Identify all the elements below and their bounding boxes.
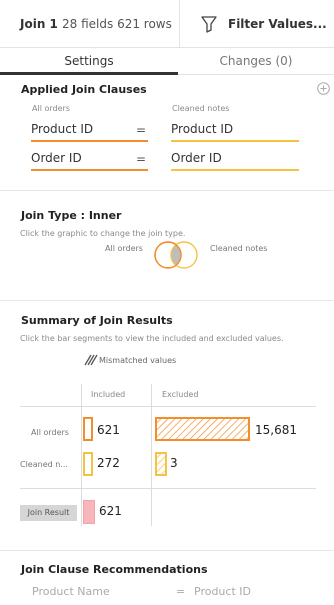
included-bar-all-orders[interactable] xyxy=(83,417,93,441)
header-divider xyxy=(179,0,180,48)
venn-right-label: Cleaned notes xyxy=(210,244,268,253)
left-source-label: All orders xyxy=(32,104,70,113)
applied-join-clauses-title: Applied Join Clauses xyxy=(21,83,147,96)
add-clause-icon[interactable] xyxy=(317,82,330,95)
grid-line xyxy=(20,488,316,489)
venn-left-label: All orders xyxy=(105,244,143,253)
excluded-column-header: Excluded xyxy=(162,390,199,399)
tab-changes[interactable]: Changes (0) xyxy=(178,48,334,75)
excluded-value-cleaned-notes: 3 xyxy=(170,456,178,470)
clause-2-left-field[interactable]: Order ID xyxy=(31,149,148,171)
row-count: 621 rows xyxy=(117,17,172,31)
section-divider xyxy=(0,190,334,191)
right-source-label: Cleaned notes xyxy=(172,104,230,113)
recommendation-row[interactable]: Product Name = Product ID xyxy=(32,585,302,601)
clause-2-right-field[interactable]: Order ID xyxy=(171,149,299,171)
field-count: 28 fields xyxy=(62,17,114,31)
clause-1-left-field[interactable]: Product ID xyxy=(31,120,148,142)
summary-help: Click the bar segments to view the inclu… xyxy=(20,334,284,343)
mismatched-legend-label: Mismatched values xyxy=(99,356,177,365)
join-type-help: Click the graphic to change the join typ… xyxy=(20,229,186,238)
join-type-title: Join Type : Inner xyxy=(21,209,122,222)
settings-tabs: Settings Changes (0) xyxy=(0,48,334,75)
filter-values-label: Filter Values... xyxy=(228,17,327,31)
included-value-cleaned-notes: 272 xyxy=(97,456,120,470)
filter-values-button[interactable]: Filter Values... xyxy=(196,10,327,38)
clause-2-operator: = xyxy=(136,152,147,166)
included-bar-cleaned-notes[interactable] xyxy=(83,452,93,476)
mismatched-hatch-icon xyxy=(84,354,98,366)
recommendation-operator: = xyxy=(176,585,186,598)
excluded-bar-all-orders[interactable] xyxy=(155,417,250,441)
recommendation-right-field: Product ID xyxy=(194,585,251,598)
excluded-bar-cleaned-notes[interactable] xyxy=(155,452,167,476)
excluded-value-all-orders: 15,681 xyxy=(255,423,297,437)
join-result-bar[interactable] xyxy=(83,500,95,524)
join-meta: 28 fields 621 rows xyxy=(62,17,172,31)
summary-title: Summary of Join Results xyxy=(21,314,173,327)
clause-1-right-field[interactable]: Product ID xyxy=(171,120,299,142)
section-divider xyxy=(0,300,334,301)
join-title: Join 1 xyxy=(20,17,58,31)
join-result-label: Join Result xyxy=(20,505,77,521)
recommendations-title: Join Clause Recommendations xyxy=(21,563,208,576)
recommendation-left-field: Product Name xyxy=(32,585,110,598)
join-result-value: 621 xyxy=(99,504,122,518)
join-type-venn-icon[interactable] xyxy=(148,240,210,270)
join-header: Join 1 28 fields 621 rows Filter Values.… xyxy=(0,0,334,48)
row-label-cleaned-notes: Cleaned n... xyxy=(20,460,68,469)
included-value-all-orders: 621 xyxy=(97,423,120,437)
grid-line xyxy=(20,406,316,407)
tab-settings[interactable]: Settings xyxy=(0,48,178,75)
section-divider xyxy=(0,550,334,551)
included-column-header: Included xyxy=(91,390,126,399)
clause-1-operator: = xyxy=(136,123,147,137)
filter-icon xyxy=(201,16,217,33)
row-label-all-orders: All orders xyxy=(31,428,69,437)
